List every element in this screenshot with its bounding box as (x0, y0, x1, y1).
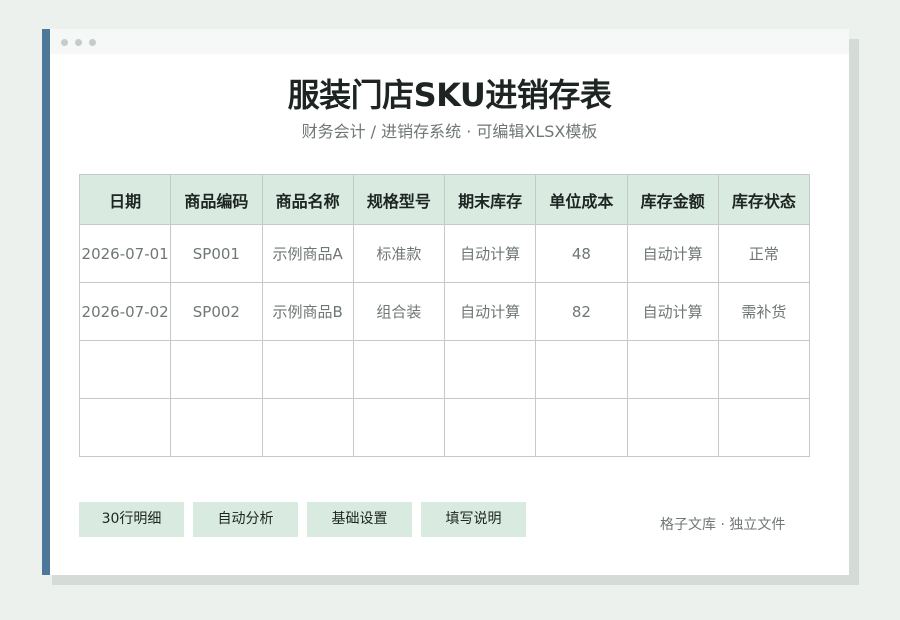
column-header-sku-code: 商品编码 (170, 174, 263, 225)
table-row: 2026-07-02 SP002 示例商品B 组合装 自动计算 82 自动计算 … (78, 282, 811, 341)
table-row (78, 398, 811, 457)
window-dot-icon (61, 39, 68, 46)
table-cell[interactable] (352, 340, 446, 399)
table-cell[interactable] (261, 398, 354, 457)
table-cell[interactable]: 2026-07-02 (78, 282, 172, 341)
column-header-spec: 规格型号 (352, 174, 446, 225)
tab-basic-settings-button[interactable]: 基础设置 (307, 502, 412, 537)
table-cell[interactable]: 组合装 (352, 282, 446, 341)
table-cell[interactable]: 示例商品A (261, 224, 354, 283)
table-cell[interactable]: 自动计算 (443, 282, 537, 341)
table-cell[interactable]: 自动计算 (626, 282, 719, 341)
table-cell[interactable] (443, 340, 537, 399)
window-dot-icon (75, 39, 82, 46)
column-header-product-name: 商品名称 (261, 174, 354, 225)
table-cell[interactable]: 示例商品B (261, 282, 354, 341)
window-titlebar (50, 29, 849, 54)
column-header-stock-value: 库存金额 (626, 174, 719, 225)
accent-bar (42, 29, 50, 575)
table-cell[interactable] (170, 340, 263, 399)
sku-table: 日期 商品编码 商品名称 规格型号 期末库存 单位成本 库存金额 库存状态 20… (78, 174, 811, 457)
table-cell[interactable]: 48 (535, 224, 628, 283)
tab-30-row-detail-button[interactable]: 30行明细 (79, 502, 184, 537)
table-cell[interactable] (443, 398, 537, 457)
table-cell[interactable] (261, 340, 354, 399)
table-cell[interactable] (717, 398, 811, 457)
table-cell[interactable]: SP001 (170, 224, 263, 283)
table-cell[interactable] (535, 398, 628, 457)
page-subtitle: 财务会计 / 进销存系统 · 可编辑XLSX模板 (301, 122, 598, 141)
table-cell[interactable]: 需补货 (717, 282, 811, 341)
table-cell[interactable] (717, 340, 811, 399)
window-dot-icon (89, 39, 96, 46)
table-cell[interactable] (170, 398, 263, 457)
table-cell[interactable] (78, 340, 172, 399)
footer-note: 格子文库 · 独立文件 (660, 517, 786, 533)
table-cell[interactable]: 82 (535, 282, 628, 341)
table-cell[interactable]: SP002 (170, 282, 263, 341)
table-cell[interactable]: 标准款 (352, 224, 446, 283)
table-row (78, 340, 811, 399)
column-header-ending-stock: 期末库存 (443, 174, 537, 225)
table-cell[interactable]: 自动计算 (443, 224, 537, 283)
tab-auto-analysis-button[interactable]: 自动分析 (193, 502, 298, 537)
table-cell[interactable] (626, 398, 719, 457)
column-header-stock-status: 库存状态 (717, 174, 811, 225)
page-title: 服装门店SKU进销存表 (287, 76, 612, 114)
table-row: 2026-07-01 SP001 示例商品A 标准款 自动计算 48 自动计算 … (78, 224, 811, 283)
tab-instructions-button[interactable]: 填写说明 (421, 502, 526, 537)
table-cell[interactable] (626, 340, 719, 399)
column-header-unit-cost: 单位成本 (535, 174, 628, 225)
column-header-date: 日期 (78, 174, 172, 225)
document-card: 服装门店SKU进销存表 财务会计 / 进销存系统 · 可编辑XLSX模板 日期 … (42, 29, 849, 575)
table-header-row: 日期 商品编码 商品名称 规格型号 期末库存 单位成本 库存金额 库存状态 (78, 174, 811, 225)
table-cell[interactable]: 正常 (717, 224, 811, 283)
table-cell[interactable]: 自动计算 (626, 224, 719, 283)
table-cell[interactable] (535, 340, 628, 399)
table-cell[interactable] (352, 398, 446, 457)
table-cell[interactable]: 2026-07-01 (78, 224, 172, 283)
table-cell[interactable] (78, 398, 172, 457)
